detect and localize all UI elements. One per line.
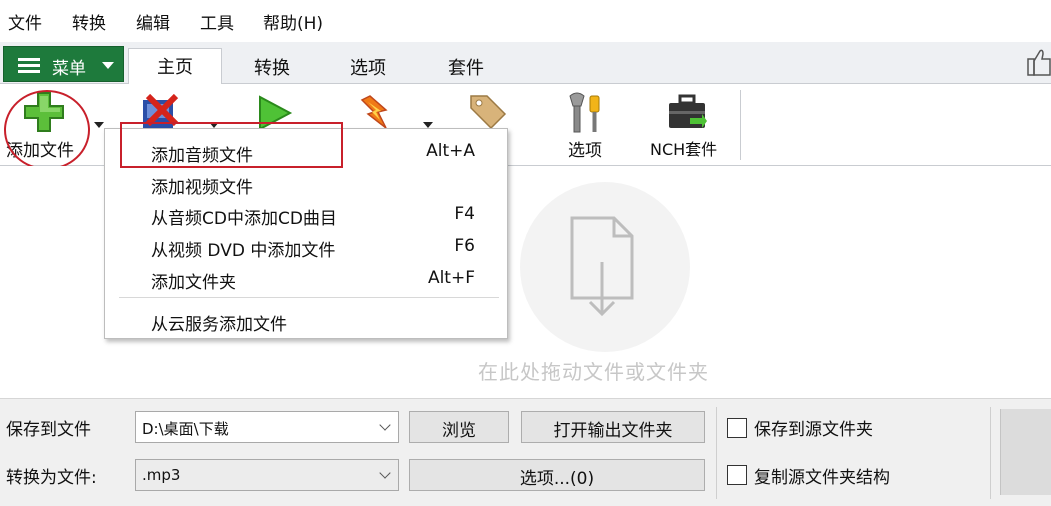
burn-icon[interactable] bbox=[356, 92, 396, 132]
browse-button[interactable]: 浏览 bbox=[409, 411, 509, 443]
toolbar-divider bbox=[740, 90, 741, 160]
format-value: .mp3 bbox=[142, 466, 181, 484]
convert-button[interactable] bbox=[1000, 409, 1051, 495]
menu-file[interactable]: 文件 bbox=[8, 9, 42, 34]
save-to-source-label: 保存到源文件夹 bbox=[754, 420, 873, 440]
menu-edit[interactable]: 编辑 bbox=[136, 9, 170, 34]
annotation-highlight-box bbox=[120, 122, 343, 168]
chevron-down-icon bbox=[379, 467, 391, 479]
menu-convert[interactable]: 转换 bbox=[72, 9, 106, 34]
encoder-options-button[interactable]: 选项...(0) bbox=[409, 459, 705, 491]
menu-item-shortcut: F4 bbox=[454, 204, 475, 224]
tab-suite[interactable]: 套件 bbox=[418, 50, 514, 84]
tab-home[interactable]: 主页 bbox=[128, 48, 222, 85]
options-button[interactable]: 选项 bbox=[556, 86, 616, 164]
ribbon-tabbar: 菜单 主页 转换 选项 套件 bbox=[0, 42, 1051, 85]
convert-to-label: 转换为文件: bbox=[6, 468, 97, 488]
menu-tools[interactable]: 工具 bbox=[200, 9, 234, 34]
save-to-source-checkbox[interactable] bbox=[727, 418, 747, 438]
copy-structure-checkbox[interactable] bbox=[727, 465, 747, 485]
nch-suite-button[interactable]: NCH套件 bbox=[646, 86, 728, 164]
hamburger-icon bbox=[18, 58, 40, 73]
thumbs-up-icon[interactable] bbox=[1026, 47, 1051, 77]
menu-item-shortcut: Alt+F bbox=[427, 268, 475, 288]
output-settings-panel: 保存到文件 D:\桌面\下载 浏览 打开输出文件夹 保存到源文件夹 转换为文件:… bbox=[0, 398, 1051, 506]
open-output-folder-button[interactable]: 打开输出文件夹 bbox=[521, 411, 705, 443]
menu-item-label: 从视频 DVD 中添加文件 bbox=[151, 241, 336, 261]
options-label: 选项 bbox=[568, 141, 602, 161]
menu-separator bbox=[119, 297, 499, 298]
menu-item-label: 添加文件夹 bbox=[151, 273, 236, 293]
menu-item-shortcut: F6 bbox=[454, 236, 475, 256]
menubar: 文件 转换 编辑 工具 帮助(H) bbox=[0, 0, 1051, 42]
tab-convert[interactable]: 转换 bbox=[226, 50, 318, 84]
add-files-dropdown-icon[interactable] bbox=[94, 122, 104, 128]
tab-options[interactable]: 选项 bbox=[322, 50, 414, 84]
panel-divider bbox=[990, 407, 991, 499]
menu-help[interactable]: 帮助(H) bbox=[263, 9, 323, 34]
chevron-down-icon bbox=[379, 419, 391, 431]
menu-item-add-cd[interactable]: 从音频CD中添加CD曲目 F4 bbox=[105, 199, 507, 231]
save-to-label: 保存到文件 bbox=[6, 420, 91, 440]
menu-item-label: 添加视频文件 bbox=[151, 178, 253, 198]
drop-hint: 在此处拖动文件或文件夹 bbox=[478, 360, 709, 384]
menu-item-add-folder[interactable]: 添加文件夹 Alt+F bbox=[105, 263, 507, 295]
menu-item-add-dvd[interactable]: 从视频 DVD 中添加文件 F6 bbox=[105, 231, 507, 263]
menu-item-label: 从音频CD中添加CD曲目 bbox=[151, 209, 337, 229]
tag-icon[interactable] bbox=[467, 92, 509, 132]
menu-item-add-cloud[interactable]: 从云服务添加文件 bbox=[105, 305, 507, 337]
save-to-combo[interactable]: D:\桌面\下载 bbox=[135, 411, 399, 443]
file-drop-icon bbox=[570, 216, 634, 317]
drop-circle bbox=[520, 182, 690, 352]
menu-item-add-video[interactable]: 添加视频文件 bbox=[105, 168, 507, 200]
format-combo[interactable]: .mp3 bbox=[135, 459, 399, 491]
copy-structure-label: 复制源文件夹结构 bbox=[754, 468, 890, 488]
main-menu-button[interactable]: 菜单 bbox=[3, 46, 124, 82]
nch-suite-label: NCH套件 bbox=[650, 140, 718, 159]
menu-item-shortcut: Alt+A bbox=[426, 141, 475, 161]
annotation-circle bbox=[4, 90, 90, 170]
briefcase-icon bbox=[669, 94, 707, 128]
wrench-screwdriver-icon bbox=[569, 92, 600, 133]
caret-down-icon bbox=[102, 62, 114, 69]
main-menu-label: 菜单 bbox=[52, 59, 86, 79]
menu-item-label: 从云服务添加文件 bbox=[151, 315, 287, 335]
panel-divider bbox=[716, 407, 717, 499]
save-to-value: D:\桌面\下载 bbox=[142, 420, 229, 438]
